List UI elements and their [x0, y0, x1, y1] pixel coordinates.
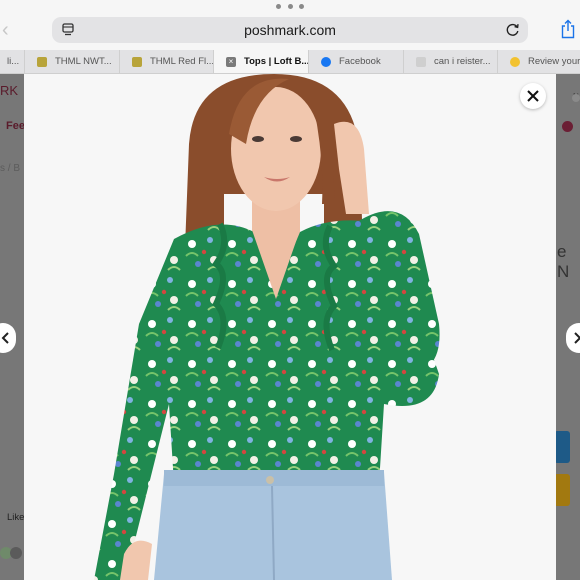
- tab-favicon-icon: [37, 56, 47, 67]
- tab-2[interactable]: THML Red Fl...: [119, 50, 214, 73]
- address-bar[interactable]: poshmark.com: [52, 17, 528, 43]
- facebook-icon: [321, 56, 331, 67]
- product-photo: [24, 74, 556, 580]
- breadcrumb-fragment: s / B: [0, 163, 21, 174]
- tab-3-active[interactable]: × Tops | Loft B...: [213, 50, 308, 73]
- back-chevron-icon[interactable]: ‹: [2, 20, 9, 40]
- tab-label: Tops | Loft B...: [244, 56, 308, 67]
- tab-5[interactable]: can i reister...: [403, 50, 498, 73]
- multitasking-dots[interactable]: [276, 2, 304, 10]
- avatar: [572, 94, 580, 102]
- tab-0[interactable]: li...: [0, 50, 24, 73]
- share-icon[interactable]: [560, 19, 576, 39]
- chevron-left-icon: [1, 332, 9, 344]
- browser-toolbar: ‹ poshmark.com: [0, 0, 580, 50]
- chevron-right-icon: [574, 332, 580, 344]
- like-label-fragment: Like: [7, 512, 25, 523]
- tab-label: li...: [7, 56, 20, 67]
- feed-link-fragment: Fee: [6, 120, 25, 132]
- tab-bar: li... THML NWT... THML Red Fl... × Tops …: [0, 50, 580, 74]
- tab-label: Review your...: [528, 56, 580, 67]
- tab-1[interactable]: THML NWT...: [24, 50, 119, 73]
- photo-modal: [24, 74, 556, 580]
- tab-label: can i reister...: [434, 56, 491, 67]
- close-tab-icon[interactable]: ×: [226, 56, 236, 67]
- sun-icon: [510, 56, 520, 67]
- offer-button: [554, 474, 570, 506]
- tab-favicon-icon: [132, 56, 142, 67]
- close-icon: [527, 90, 539, 102]
- avatar: [10, 547, 22, 559]
- listing-title-fragment: e N: [557, 242, 570, 281]
- tab-label: Facebook: [339, 56, 381, 67]
- tab-4[interactable]: Facebook: [308, 50, 403, 73]
- url-text: poshmark.com: [244, 22, 336, 38]
- avatar: [562, 121, 573, 132]
- google-icon: [416, 56, 426, 67]
- buy-now-button: [554, 431, 570, 463]
- site-logo-fragment: RK: [0, 83, 19, 98]
- reload-icon[interactable]: [505, 22, 520, 37]
- tab-label: THML NWT...: [55, 56, 112, 67]
- tab-label: THML Red Fl...: [150, 56, 214, 67]
- tab-6[interactable]: Review your...: [497, 50, 580, 73]
- close-button[interactable]: [520, 83, 546, 109]
